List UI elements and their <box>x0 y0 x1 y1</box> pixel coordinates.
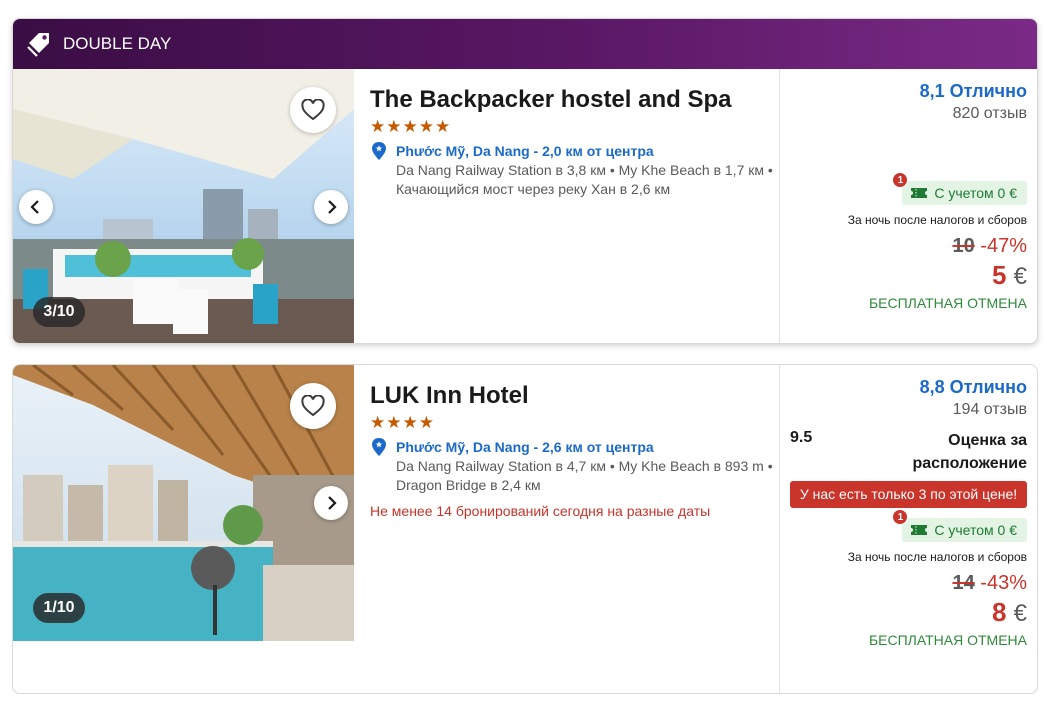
discount-percent: -43% <box>980 572 1027 594</box>
location-score-label: Оценка за расположение <box>912 432 1027 472</box>
price-note: За ночь после налогов и сборов <box>847 213 1027 227</box>
original-price: 14 <box>952 572 975 594</box>
favorite-button[interactable] <box>290 87 336 133</box>
discount-percent: -47% <box>980 235 1027 257</box>
tax-badge-label: С учетом 0 € <box>934 522 1017 538</box>
next-photo-button[interactable] <box>314 190 348 224</box>
chevron-left-icon <box>30 200 39 214</box>
nearby-landmarks: Da Nang Railway Station в 4,7 км • My Kh… <box>396 458 773 493</box>
chevron-right-icon <box>328 200 337 214</box>
hotel-info: LUK Inn Hotel ★★★★ Phước Mỹ, Da Nang - 2… <box>354 365 780 693</box>
notification-badge: 1 <box>892 509 909 525</box>
hotel-name[interactable]: LUK Inn Hotel <box>370 381 779 411</box>
hotel-photo[interactable]: 1/10 <box>13 365 354 641</box>
current-price[interactable]: 8 <box>992 597 1006 627</box>
location-score-value: 9.5 <box>790 429 813 446</box>
heart-icon <box>301 395 325 417</box>
review-score[interactable]: 8,8 Отлично <box>790 375 1027 399</box>
hotel-info: The Backpacker hostel and Spa ★★★★★ Phướ… <box>354 69 780 343</box>
location-score: 9.5 Оценка за расположение <box>790 429 1027 475</box>
price-panel: 8,1 Отлично 820 отзыв 1 С учетом 0 € За … <box>780 69 1037 343</box>
nearby-landmarks: Da Nang Railway Station в 3,8 км • My Kh… <box>396 162 773 197</box>
prev-photo-button[interactable] <box>19 190 53 224</box>
price-panel: 8,8 Отлично 194 отзыв 9.5 Оценка за расп… <box>780 365 1037 693</box>
promo-banner-label: DOUBLE DAY <box>63 34 172 53</box>
tax-badge[interactable]: 1 С учетом 0 € <box>892 509 1027 542</box>
review-count[interactable]: 194 отзыв <box>790 399 1027 421</box>
currency-symbol: € <box>1013 263 1027 290</box>
star-rating: ★★★★ <box>370 413 435 432</box>
free-cancellation: БЕСПЛАТНАЯ ОТМЕНА <box>868 295 1027 311</box>
hotel-name[interactable]: The Backpacker hostel and Spa <box>370 85 779 115</box>
price-note: За ночь после налогов и сборов <box>847 550 1027 564</box>
original-price: 10 <box>952 235 975 257</box>
next-photo-button[interactable] <box>314 486 348 520</box>
star-rating: ★★★★★ <box>370 117 452 136</box>
tax-badge[interactable]: 1 С учетом 0 € <box>892 172 1027 205</box>
location-pin-icon <box>372 438 386 456</box>
hotel-location-link[interactable]: Phước Mỹ, Da Nang - 2,6 км от центра <box>396 439 654 455</box>
current-price[interactable]: 5 <box>992 260 1006 290</box>
review-score[interactable]: 8,1 Отлично <box>790 79 1027 103</box>
hotel-card-1[interactable]: DOUBLE DAY 3/10 The Backpacker hostel an… <box>12 18 1038 344</box>
location-pin-icon <box>372 142 386 160</box>
availability-alert: У нас есть только 3 по этой цене! <box>790 481 1027 508</box>
chevron-right-icon <box>328 496 337 510</box>
free-cancellation: БЕСПЛАТНАЯ ОТМЕНА <box>868 632 1027 648</box>
hotel-location-link[interactable]: Phước Mỹ, Da Nang - 2,0 км от центра <box>396 143 654 159</box>
booking-urgency: Не менее 14 бронирований сегодня на разн… <box>370 503 711 519</box>
promo-banner: DOUBLE DAY <box>13 19 1037 69</box>
hotel-photo[interactable]: 3/10 <box>13 69 354 343</box>
review-count[interactable]: 820 отзыв <box>790 103 1027 125</box>
favorite-button[interactable] <box>290 383 336 429</box>
ticket-icon <box>911 525 928 535</box>
ticket-icon <box>911 188 928 198</box>
tax-badge-label: С учетом 0 € <box>934 185 1017 201</box>
hotel-card-2[interactable]: 1/10 LUK Inn Hotel ★★★★ Phước Mỹ, Da Nan… <box>12 364 1038 694</box>
currency-symbol: € <box>1013 600 1027 627</box>
photo-counter: 3/10 <box>33 297 85 327</box>
heart-icon <box>301 99 325 121</box>
notification-badge: 1 <box>892 172 909 188</box>
photo-counter: 1/10 <box>33 593 85 623</box>
tag-icon <box>27 33 49 57</box>
